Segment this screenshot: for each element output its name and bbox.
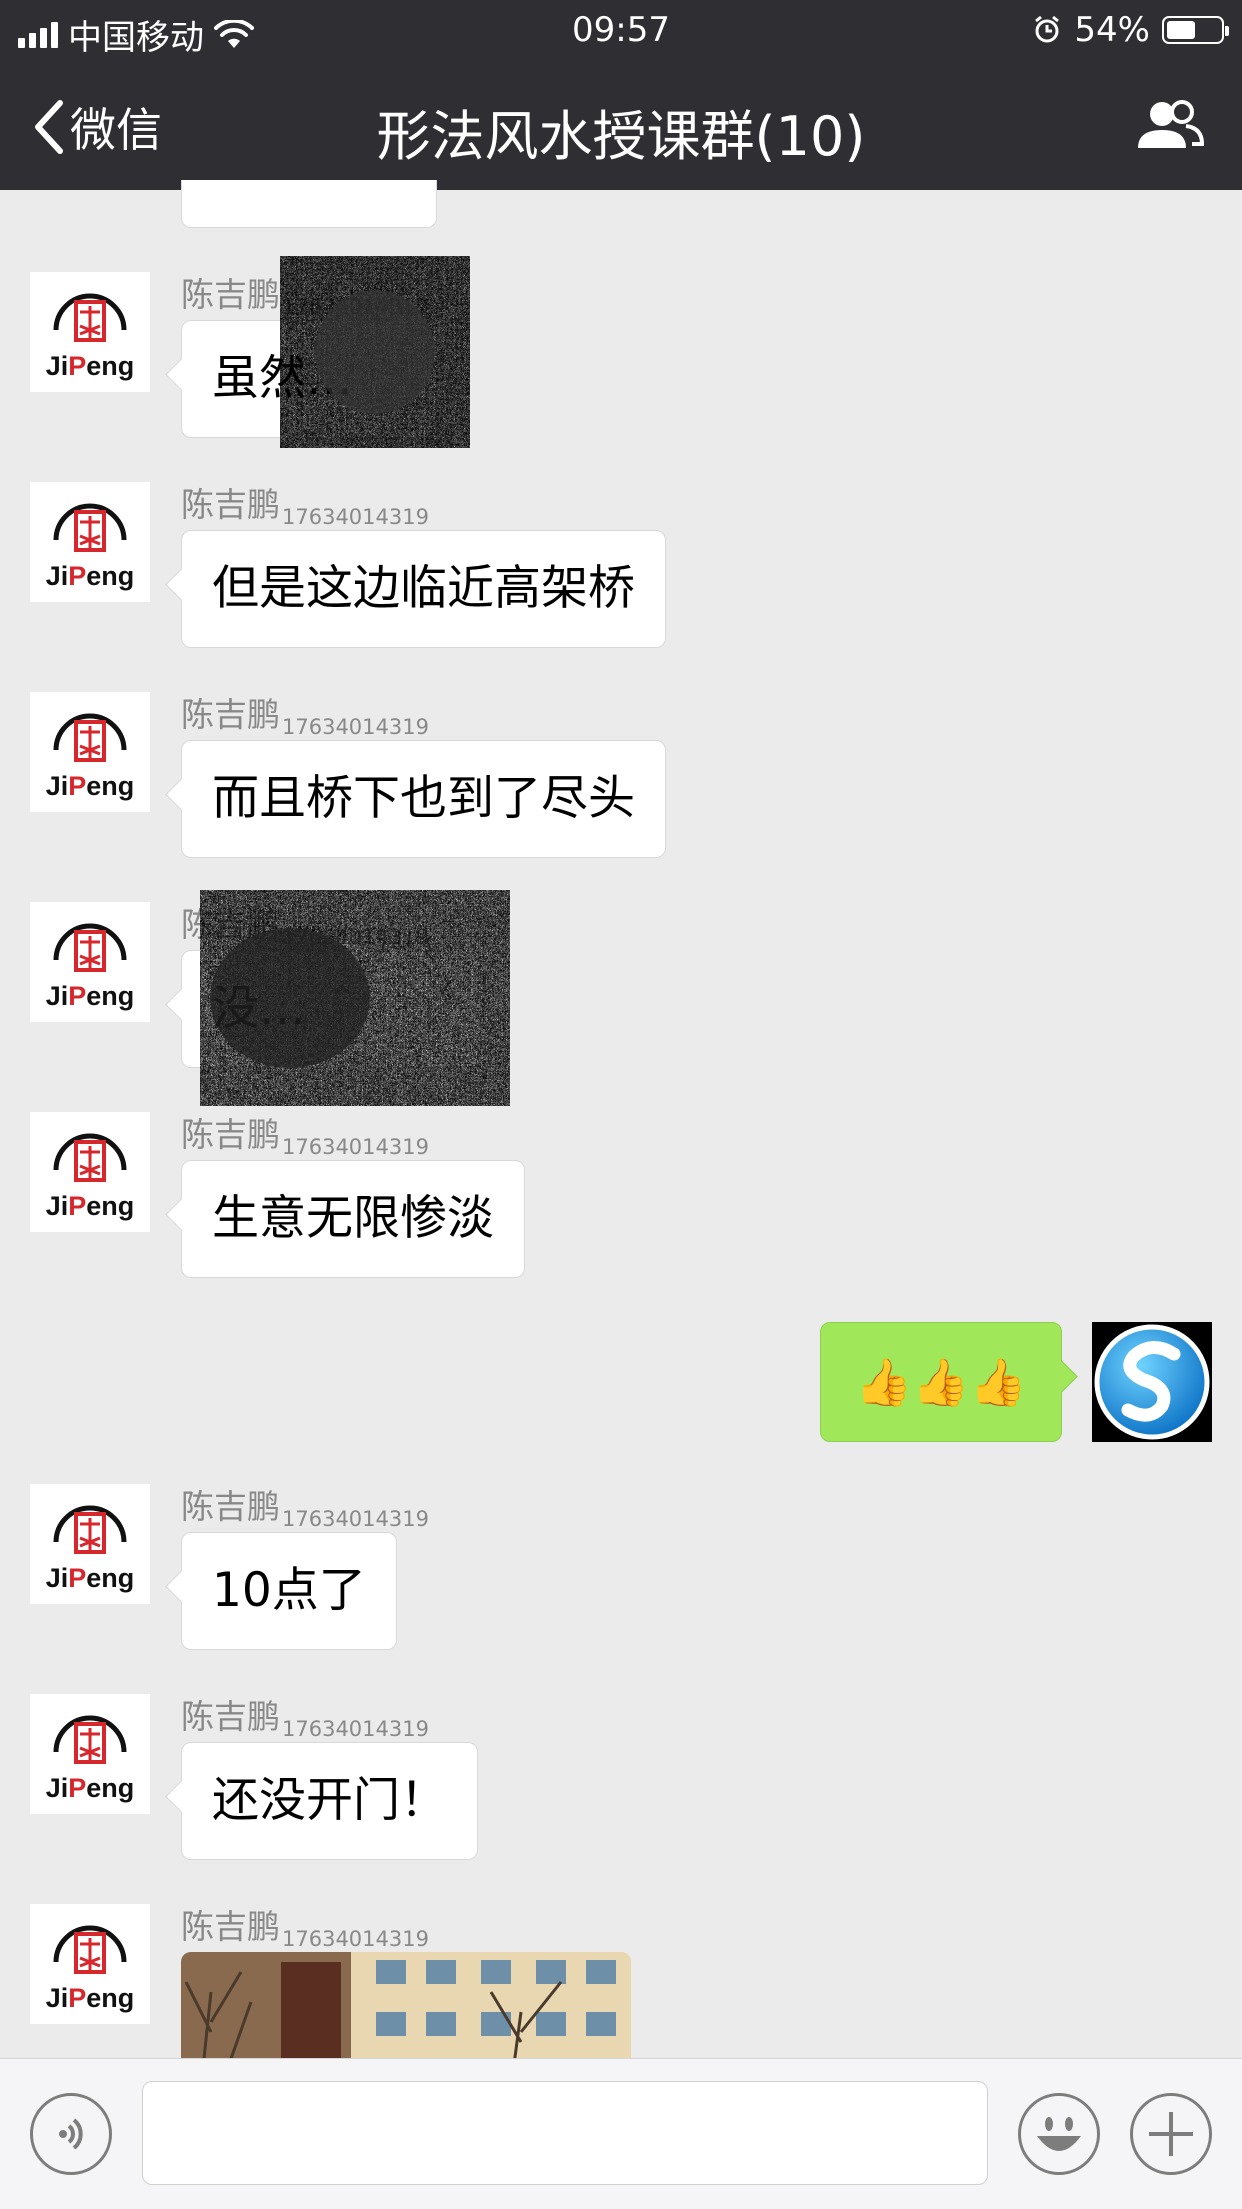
message-bubble[interactable]: 没…	[181, 950, 481, 1068]
message-bubble-self[interactable]: 👍👍👍	[820, 1322, 1062, 1442]
jipeng-logo: JiPeng	[30, 272, 150, 392]
avatar[interactable]: JiPeng	[30, 272, 150, 392]
sender-name: 陈吉鹏17634014319	[181, 485, 429, 529]
svg-text:JiPeng: JiPeng	[46, 981, 135, 1011]
svg-text:JiPeng: JiPeng	[46, 771, 135, 801]
sender-name: 陈吉鹏17634014319	[181, 1487, 429, 1531]
status-bar: 中国移动 09:57 54%	[0, 0, 1242, 62]
more-button[interactable]	[1130, 2093, 1212, 2175]
message-bubble[interactable]: 10点了	[181, 1532, 397, 1650]
sender-name: 陈吉鹏17634014319	[181, 1115, 429, 1159]
input-bar	[0, 2058, 1242, 2209]
battery-icon	[1162, 16, 1229, 44]
sender-name: 陈吉鹏17634014319	[181, 1697, 429, 1741]
svg-text:JiPeng: JiPeng	[46, 561, 135, 591]
avatar[interactable]: JiPeng	[30, 692, 150, 812]
message-bubble[interactable]: 虽然…	[181, 320, 437, 438]
jipeng-logo: JiPeng	[30, 902, 150, 1022]
alarm-icon	[1035, 15, 1060, 43]
svg-text:JiPeng: JiPeng	[46, 1563, 135, 1593]
jipeng-logo: JiPeng	[30, 1904, 150, 2024]
sender-name: 陈吉鹏17634014319	[181, 905, 429, 949]
message-bubble[interactable]: 但是这边临近高架桥	[181, 530, 666, 648]
avatar[interactable]: JiPeng	[30, 1694, 150, 1814]
avatar[interactable]: JiPeng	[30, 482, 150, 602]
cut-off-bubble[interactable]	[181, 180, 437, 228]
sender-name: 陈吉鹏17634014319	[181, 695, 429, 739]
avatar[interactable]: JiPeng	[30, 1112, 150, 1232]
sender-name: 陈吉鹏17634014319	[181, 275, 429, 319]
group-members-icon[interactable]	[1134, 96, 1206, 156]
jipeng-logo: JiPeng	[30, 1694, 150, 1814]
message-bubble[interactable]: 还没开门！	[181, 1742, 478, 1860]
jipeng-logo: JiPeng	[30, 1112, 150, 1232]
nav-bar: 微信 形法风水授课群(10)	[0, 62, 1242, 190]
svg-text:JiPeng: JiPeng	[46, 351, 135, 381]
svg-text:JiPeng: JiPeng	[46, 1983, 135, 2013]
avatar[interactable]: JiPeng	[30, 1484, 150, 1604]
message-bubble[interactable]: 而且桥下也到了尽头	[181, 740, 666, 858]
battery-percent: 54%	[1074, 10, 1150, 50]
message-bubble[interactable]: 生意无限惨淡	[181, 1160, 525, 1278]
sender-name: 陈吉鹏17634014319	[181, 1907, 429, 1951]
plus-icon	[1149, 2112, 1193, 2156]
jipeng-logo: JiPeng	[30, 482, 150, 602]
svg-text:JiPeng: JiPeng	[46, 1773, 135, 1803]
jipeng-logo: JiPeng	[30, 1484, 150, 1604]
message-input[interactable]	[142, 2081, 988, 2185]
emoji-button[interactable]	[1018, 2093, 1100, 2175]
jipeng-logo: JiPeng	[30, 692, 150, 812]
svg-text:JiPeng: JiPeng	[46, 1191, 135, 1221]
voice-icon	[59, 2118, 83, 2150]
top-bar: 中国移动 09:57 54% 微信 形法风水授课群(10)	[0, 0, 1242, 190]
emoji-icon	[1037, 2117, 1081, 2151]
chat-title: 形法风水授课群(10)	[376, 105, 866, 168]
status-right: 54%	[1032, 10, 1229, 50]
avatar[interactable]: JiPeng	[30, 902, 150, 1022]
voice-button[interactable]	[30, 2093, 112, 2175]
avatar[interactable]: JiPeng	[30, 1904, 150, 2024]
self-avatar[interactable]	[1092, 1322, 1212, 1442]
